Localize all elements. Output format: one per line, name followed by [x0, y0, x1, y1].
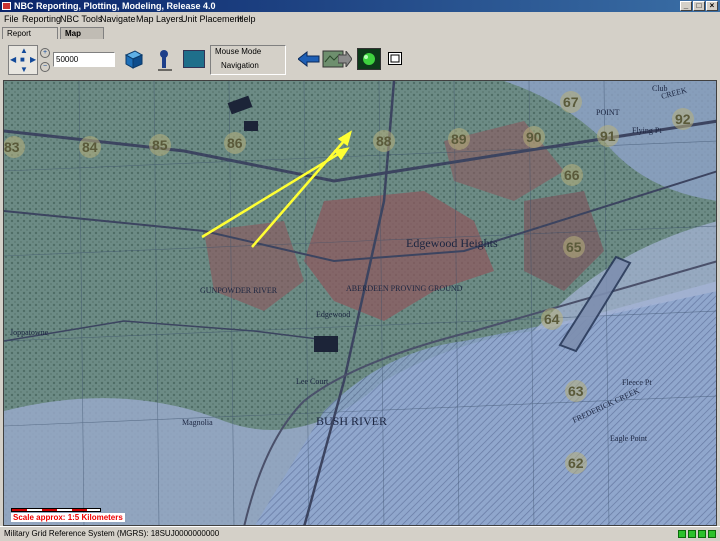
tab-map-view[interactable]: Map View [60, 27, 104, 49]
close-icon[interactable]: × [706, 1, 718, 11]
zoom-out-icon[interactable]: − [40, 62, 50, 72]
window-title-bar: NBC Reporting, Plotting, Modeling, Relea… [0, 0, 720, 12]
3d-view-icon[interactable] [123, 48, 145, 70]
mouse-mode-value[interactable]: Navigation [221, 61, 259, 70]
place-label: Fleece Pt [622, 378, 652, 387]
place-label: BUSH RIVER [316, 414, 387, 428]
status-indicator-icon [678, 530, 686, 538]
grid-label: 85 [152, 137, 168, 153]
building [244, 121, 258, 131]
grid-label: 86 [227, 135, 243, 151]
place-label: Joppatowne [10, 328, 49, 337]
menu-map-layers[interactable]: Map Layers [136, 14, 183, 24]
status-bar: Military Grid Reference System (MGRS): 1… [0, 526, 720, 541]
display-icon[interactable] [183, 50, 205, 68]
place-label: Eagle Point [610, 434, 648, 443]
tab-row: Report Center Map View [0, 26, 720, 49]
status-indicator-icon [708, 530, 716, 538]
overlay-icon[interactable] [357, 48, 381, 70]
pan-center-icon[interactable]: ■ [20, 56, 25, 64]
scale-bar: Scale approx: 1:5 Kilometers [11, 508, 129, 522]
place-label: POINT [596, 108, 620, 117]
grid-label: 89 [451, 131, 467, 147]
map-view[interactable]: 83 84 85 86 88 89 90 91 92 67 66 65 64 6… [3, 80, 717, 526]
building [314, 336, 338, 352]
place-label: GUNPOWDER RIVER [200, 286, 278, 295]
status-indicator-icon [688, 530, 696, 538]
menu-unit-placement[interactable]: Unit Placement [181, 14, 242, 24]
mouse-mode-panel: Mouse Mode Navigation [210, 45, 286, 75]
grid-label: 92 [675, 111, 691, 127]
menu-bar: File Reporting NBC Tools Navigate Map La… [0, 12, 720, 26]
map-scale-input[interactable]: 50000 [53, 52, 115, 67]
pan-up-icon[interactable]: ▲ [20, 47, 28, 55]
menu-nbc-tools[interactable]: NBC Tools [60, 14, 102, 24]
back-arrow-icon[interactable] [297, 50, 320, 68]
grid-label: 83 [4, 139, 20, 155]
place-label: Edgewood [316, 310, 350, 319]
scale-bar-text: Scale approx: 1:5 Kilometers [11, 513, 125, 522]
unit-placement-icon[interactable] [156, 48, 174, 72]
pan-right-icon[interactable]: ▶ [30, 56, 36, 64]
grid-label: 67 [563, 94, 579, 110]
status-indicator-icon [698, 530, 706, 538]
menu-file[interactable]: File [4, 14, 19, 24]
grid-label: 66 [564, 167, 580, 183]
menu-help[interactable]: Help [237, 14, 256, 24]
place-label: ABERDEEN PROVING GROUND [346, 284, 463, 293]
pan-left-icon[interactable]: ◀ [10, 56, 16, 64]
menu-navigate[interactable]: Navigate [100, 14, 136, 24]
grid-label: 62 [568, 455, 584, 471]
window-title: NBC Reporting, Plotting, Modeling, Relea… [14, 1, 216, 11]
zoom-control: + − [40, 46, 50, 74]
pan-control[interactable]: ▲ ▼ ◀ ▶ ■ [8, 45, 38, 75]
grid-label: 65 [566, 239, 582, 255]
grid-label: 63 [568, 383, 584, 399]
place-label: Edgewood Heights [406, 236, 498, 250]
grid-label: 64 [544, 311, 560, 327]
place-label: Magnolia [182, 418, 213, 427]
grid-label: 91 [600, 128, 616, 144]
grid-label: 84 [82, 139, 98, 155]
tab-report-center[interactable]: Report Center [2, 27, 58, 49]
minimize-icon[interactable]: _ [680, 1, 692, 11]
mouse-mode-label: Mouse Mode [215, 47, 262, 56]
toolbar: ▲ ▼ ◀ ▶ ■ + − 50000 Mouse Mode Navigatio… [0, 40, 720, 80]
app-icon [2, 2, 11, 10]
coordinate-readout: Military Grid Reference System (MGRS): 1… [4, 529, 220, 538]
grid-label: 90 [526, 129, 542, 145]
zoom-in-icon[interactable]: + [40, 48, 50, 58]
frame-icon[interactable] [388, 52, 402, 65]
place-label: Lee Court [296, 377, 329, 386]
forward-arrow-icon[interactable] [337, 49, 353, 69]
pan-down-icon[interactable]: ▼ [20, 66, 28, 74]
scale-bar-graphic [11, 508, 101, 512]
grid-label: 88 [376, 133, 392, 149]
place-label: Flying Pt [632, 126, 662, 135]
maximize-icon[interactable]: □ [693, 1, 705, 11]
menu-reporting[interactable]: Reporting [22, 14, 61, 24]
